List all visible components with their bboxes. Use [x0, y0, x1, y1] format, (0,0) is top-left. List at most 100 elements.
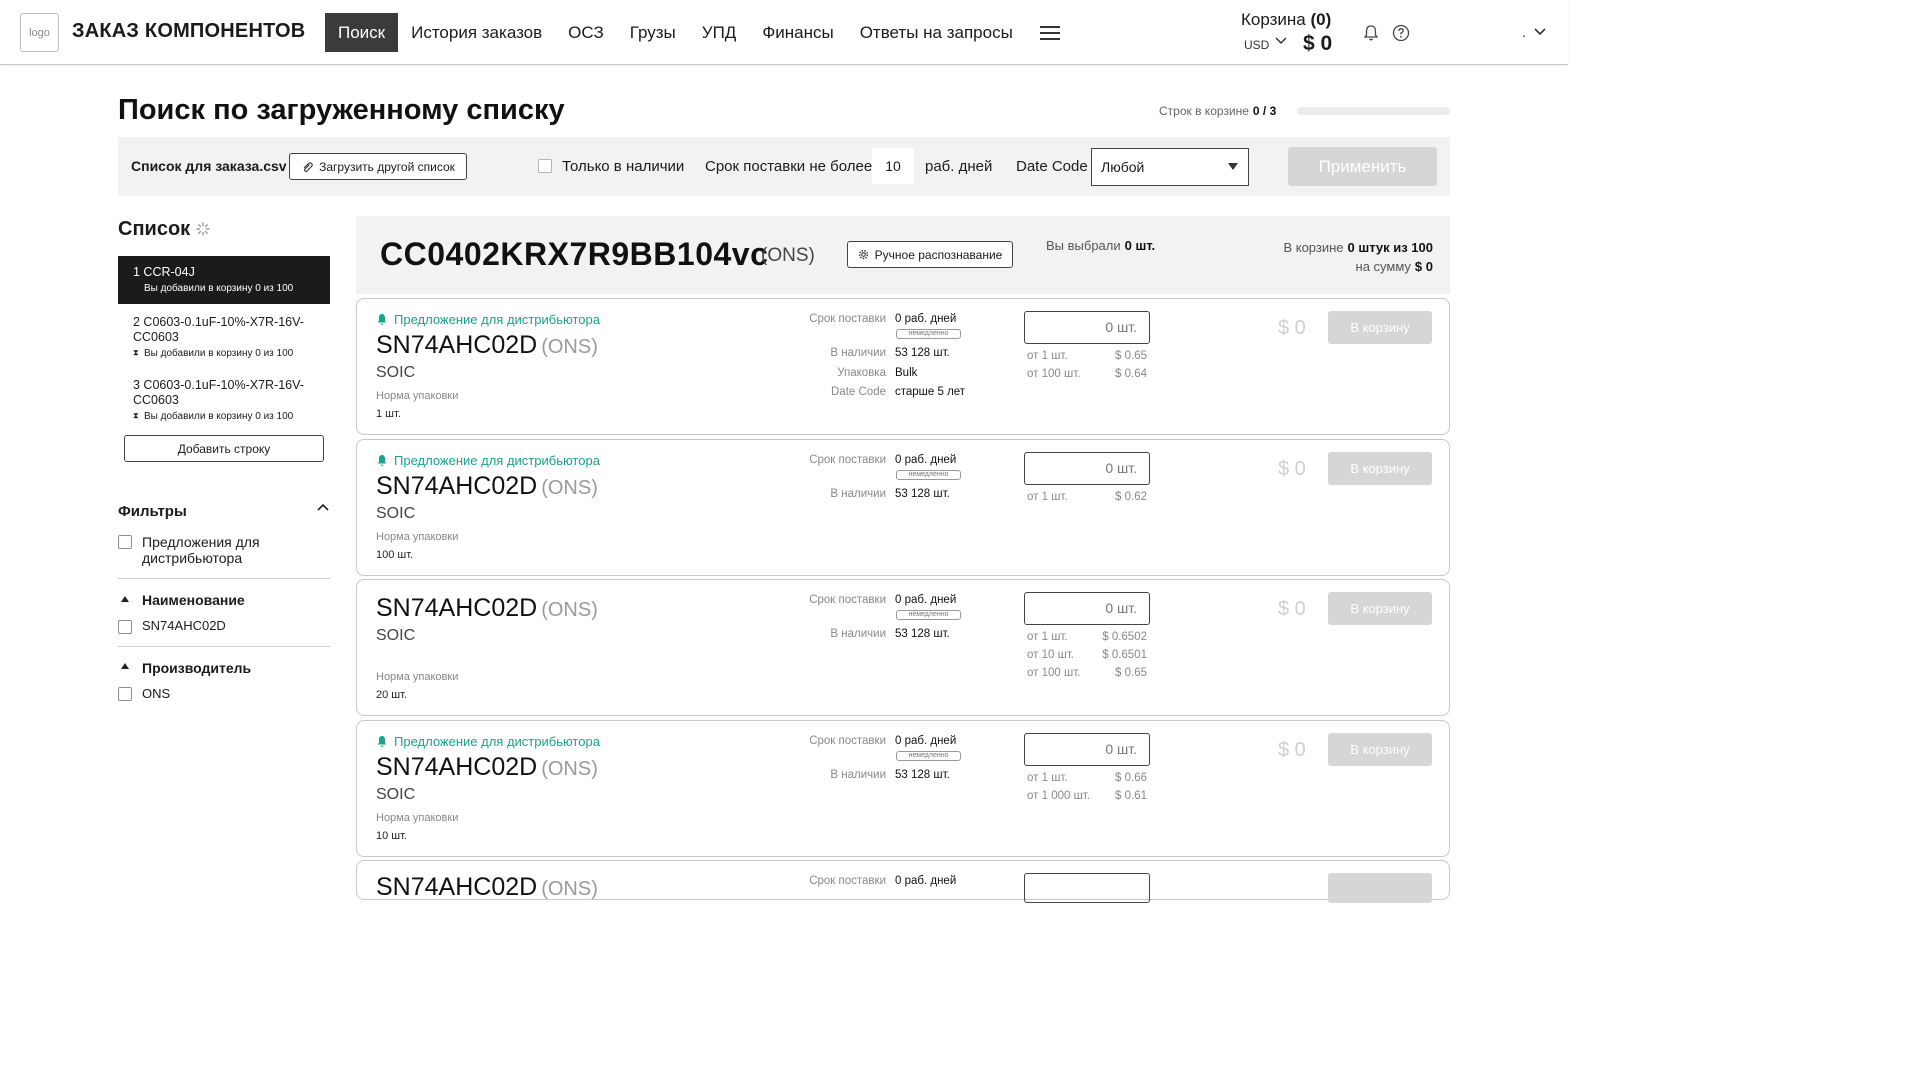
date-code-select[interactable]: Любой: [1091, 148, 1249, 186]
offer-price: $ 0: [1278, 458, 1306, 480]
add-to-cart-button[interactable]: В корзину: [1328, 311, 1432, 344]
divider: [118, 578, 330, 579]
nav-search[interactable]: Поиск: [325, 13, 399, 52]
tier-price: $ 0.6502: [1102, 631, 1147, 643]
collapse-triangle-icon[interactable]: [121, 663, 129, 669]
offer-card: Предложение для дистрибьютора SN74AHC02D…: [356, 298, 1450, 435]
manufacturer-option-label[interactable]: ONS: [142, 686, 170, 702]
hourglass-icon: ⧗: [133, 411, 139, 420]
list-item-status-text: Вы добавили в корзину 0 из 100: [144, 348, 294, 359]
quantity-input[interactable]: 0 шт.: [1024, 592, 1150, 625]
nav-upd[interactable]: УПД: [689, 13, 750, 52]
norm-label: Норма упаковки: [376, 531, 459, 543]
menu-icon[interactable]: [1039, 13, 1060, 52]
list-item[interactable]: 2 C0603-0.1uF-10%-X7R-16V-CC0603 ⧗ Вы доб…: [118, 305, 330, 367]
add-row-button[interactable]: Добавить строку: [124, 435, 324, 462]
distributor-filter-label[interactable]: Предложения для дистрибьютора: [142, 534, 292, 566]
filters-title[interactable]: Фильтры: [118, 503, 187, 520]
tier-price: $ 0.66: [1115, 772, 1147, 784]
norm-value: 1 шт.: [376, 408, 401, 420]
quantity-input[interactable]: 0 шт.: [1024, 311, 1150, 344]
help-icon[interactable]: [1392, 24, 1410, 42]
apply-button[interactable]: Применить: [1288, 147, 1437, 186]
add-to-cart-button[interactable]: В корзину: [1328, 733, 1432, 766]
user-name[interactable]: .: [1522, 24, 1526, 40]
part-number: CC0402KRX7R9BB104vc: [380, 236, 769, 272]
name-option-checkbox[interactable]: [118, 620, 132, 634]
manufacturer-option-checkbox[interactable]: [118, 687, 132, 701]
name-section-title[interactable]: Наименование: [142, 592, 245, 608]
upload-label: Загрузить другой список: [319, 159, 455, 174]
nav-finance[interactable]: Финансы: [749, 13, 846, 52]
date-code-value: Любой: [1101, 159, 1145, 175]
add-to-cart-button[interactable]: В корзину: [1328, 592, 1432, 625]
quantity-input[interactable]: 0 шт.: [1024, 733, 1150, 766]
tier-price: $ 0.64: [1115, 368, 1147, 380]
chevron-down-icon[interactable]: [1533, 22, 1547, 42]
tier-qty: от 100 шт.: [1027, 667, 1081, 679]
name-option-label[interactable]: SN74AHC02D: [142, 618, 226, 634]
upload-another-list-button[interactable]: Загрузить другой список: [289, 153, 467, 180]
tier-price: $ 0.65: [1115, 350, 1147, 362]
offer-card: Предложение для дистрибьютора SN74AHC02D…: [356, 439, 1450, 576]
caret-down-icon: [1228, 163, 1238, 170]
nav-cargo[interactable]: Грузы: [617, 13, 689, 52]
page-title: Поиск по загруженному списку: [118, 94, 565, 126]
bell-icon: [377, 314, 387, 325]
sum-value: $ 0: [1414, 259, 1433, 274]
immediate-badge: немедленно: [896, 610, 961, 620]
chevron-down-icon[interactable]: [1275, 37, 1287, 45]
stock-value: 53 128 шт.: [895, 628, 950, 640]
offer-package: SOIC: [376, 627, 416, 644]
offer-price: $ 0: [1278, 317, 1306, 339]
logo[interactable]: logo: [20, 13, 59, 52]
nav-responses[interactable]: Ответы на запросы: [847, 13, 1026, 52]
norm-value: 20 шт.: [376, 689, 407, 701]
offer-part-number: SN74AHC02D: [376, 594, 538, 622]
manufacturer-section-title[interactable]: Производитель: [142, 660, 251, 676]
date-code-label: Date Code: [1016, 158, 1088, 175]
cart-link[interactable]: Корзина (0): [1241, 10, 1331, 30]
offer-card: SN74AHC02D (ONS) Срок поставки 0 раб. дне…: [356, 860, 1450, 903]
in-stock-label[interactable]: Только в наличии: [562, 158, 684, 175]
list-title: Список: [118, 218, 191, 240]
immediate-badge: немедленно: [896, 329, 961, 339]
tier-qty: от 100 шт.: [1027, 368, 1081, 380]
offer-part: SN74AHC02D (ONS): [376, 331, 598, 360]
tier-price: $ 0.6501: [1102, 649, 1147, 661]
term-label: Срок поставки: [809, 313, 886, 325]
distributor-filter-checkbox[interactable]: [118, 535, 132, 549]
part-header: CC0402KRX7R9BB104vc (ONS) Ручное распозн…: [356, 216, 1450, 294]
bell-icon[interactable]: [1362, 24, 1380, 42]
term-value: 0 раб. дней: [895, 735, 957, 747]
collapse-triangle-icon[interactable]: [121, 596, 129, 602]
offer-price: $ 0: [1278, 598, 1306, 620]
norm-label: Норма упаковки: [376, 671, 459, 683]
norm-label: Норма упаковки: [376, 390, 459, 402]
chosen-qty: Вы выбрали 0 шт.: [1046, 238, 1155, 253]
bell-icon: [377, 736, 387, 747]
packaging-value: Bulk: [895, 367, 918, 379]
add-to-cart-button[interactable]: В корзину: [1328, 452, 1432, 485]
quantity-input[interactable]: [1024, 873, 1150, 903]
list-item[interactable]: 3 C0603-0.1uF-10%-X7R-16V-CC0603 ⧗ Вы доб…: [118, 368, 330, 430]
offer-part-number: SN74AHC02D: [376, 753, 538, 781]
offer-part-number: SN74AHC02D: [376, 472, 538, 500]
list-item[interactable]: 1 CCR-04J Вы добавили в корзину 0 из 100: [118, 256, 330, 304]
term-days-input[interactable]: 10: [872, 148, 914, 184]
hourglass-icon: ⧗: [133, 348, 139, 357]
offer-card: SN74AHC02D (ONS) SOIC Норма упаковки 20 ш…: [356, 579, 1450, 716]
nav-order-history[interactable]: История заказов: [398, 13, 555, 52]
nav-osz[interactable]: ОСЗ: [555, 13, 617, 52]
in-stock-checkbox[interactable]: [538, 159, 552, 173]
stock-value: 53 128 шт.: [895, 347, 950, 359]
search-filter-bar: Список для заказа.csv Загрузить другой с…: [118, 137, 1450, 196]
brand-title[interactable]: ЗАКАЗ КОМПОНЕНТОВ: [72, 20, 305, 43]
manual-recognition-button[interactable]: Ручное распознавание: [847, 241, 1013, 268]
quantity-input[interactable]: 0 шт.: [1024, 452, 1150, 485]
offer-part-number: SN74AHC02D: [376, 873, 538, 901]
chevron-up-icon[interactable]: [317, 500, 329, 514]
rows-progress-bar: [1297, 107, 1450, 115]
add-to-cart-button[interactable]: [1328, 873, 1432, 903]
currency-select[interactable]: USD: [1244, 38, 1269, 52]
